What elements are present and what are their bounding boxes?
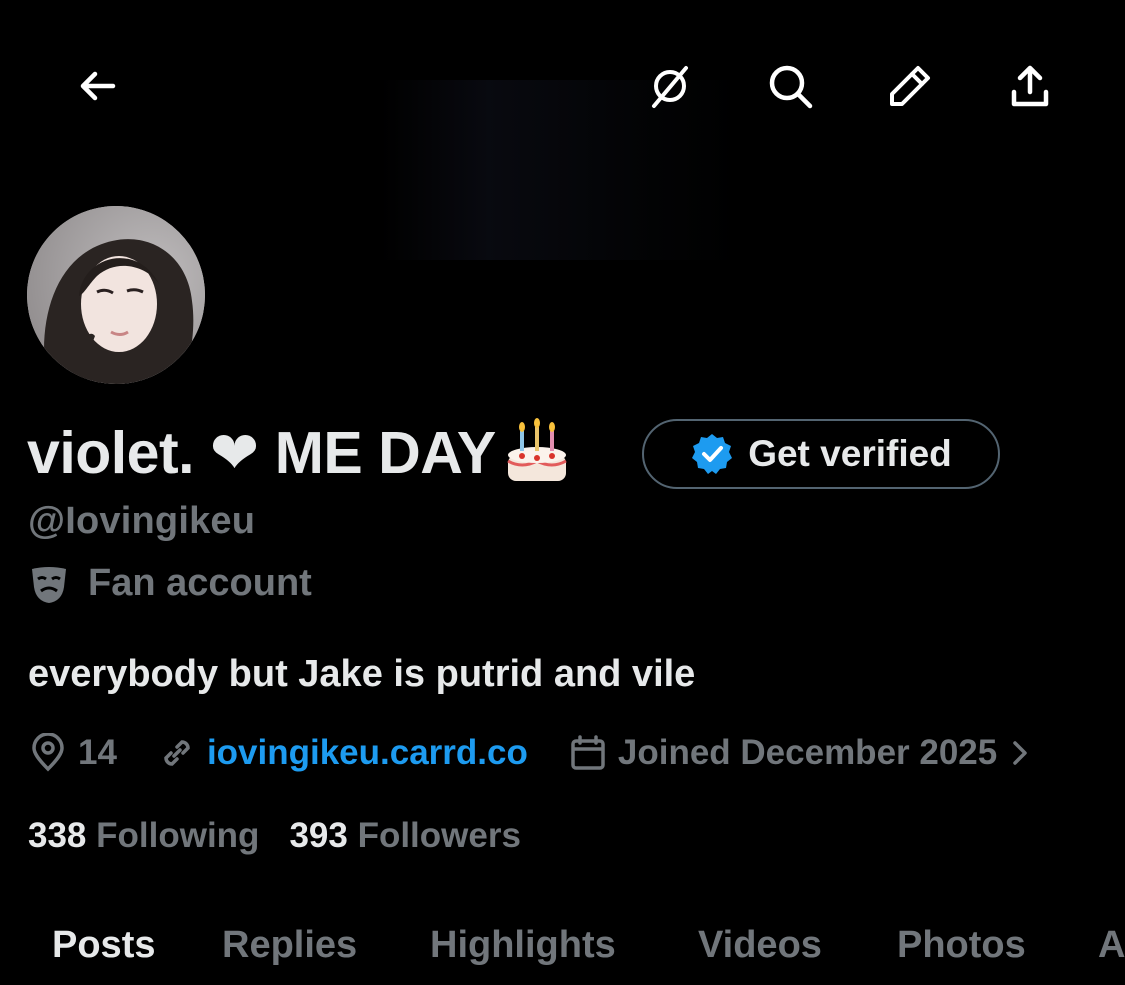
pencil-icon	[890, 66, 930, 106]
theater-masks-icon	[32, 566, 66, 603]
link-icon	[164, 740, 190, 766]
arrow-left-icon	[80, 71, 116, 101]
display-name-row: violet. ❤ ME DAY	[27, 412, 572, 492]
location-item: 14	[28, 733, 117, 773]
tab-replies[interactable]: Replies	[222, 924, 357, 967]
birthday-cake-icon	[507, 418, 567, 481]
joined-item[interactable]: Joined December 2025	[568, 733, 1033, 773]
share-icon	[1011, 65, 1049, 107]
username-handle: @Iovingikeu	[28, 500, 256, 542]
avatar-image	[27, 206, 205, 384]
location-pin-icon	[32, 733, 64, 772]
category-label: Fan account	[88, 562, 312, 604]
get-verified-label: Get verified	[748, 433, 952, 474]
follow-stats: 338 Following 393 Followers	[28, 816, 521, 856]
verified-badge-icon	[692, 434, 733, 474]
edit-button[interactable]	[880, 56, 940, 116]
bio-text: everybody but Jake is putrid and vile	[28, 653, 696, 695]
search-button[interactable]	[760, 56, 820, 116]
tab-posts[interactable]: Posts	[52, 924, 155, 967]
followers-count: 393	[289, 816, 348, 855]
followers-stat[interactable]: 393 Followers	[289, 816, 521, 856]
joined-date: Joined December 2025	[617, 733, 998, 772]
tab-videos[interactable]: Videos	[698, 924, 822, 967]
followers-label: Followers	[357, 816, 521, 855]
following-count: 338	[28, 816, 87, 855]
tab-articles[interactable]: A	[1098, 924, 1125, 967]
tab-highlights[interactable]: Highlights	[430, 924, 616, 967]
following-stat[interactable]: 338 Following	[28, 816, 259, 856]
calendar-icon	[571, 735, 605, 770]
top-bar	[0, 0, 1125, 260]
location-text: 14	[78, 733, 117, 772]
profile-category: Fan account	[28, 562, 312, 605]
chevron-right-icon	[1013, 741, 1027, 765]
share-button[interactable]	[1000, 56, 1060, 116]
get-verified-button[interactable]: Get verified	[642, 419, 1000, 489]
back-button[interactable]	[67, 56, 127, 116]
profile-meta: 14 iovingikeu.carrd.co Joined December 2…	[28, 728, 1073, 778]
search-icon	[769, 65, 813, 109]
grok-icon	[652, 66, 688, 108]
website-item[interactable]: iovingikeu.carrd.co	[157, 733, 528, 773]
avatar[interactable]	[27, 206, 205, 384]
website-link[interactable]: iovingikeu.carrd.co	[207, 733, 528, 773]
profile-tabs: Posts Replies Highlights Videos Photos A	[0, 910, 1125, 985]
grok-button[interactable]	[640, 56, 700, 116]
tab-photos[interactable]: Photos	[897, 924, 1026, 967]
following-label: Following	[96, 816, 260, 855]
display-name: violet. ❤ ME DAY	[27, 419, 496, 486]
